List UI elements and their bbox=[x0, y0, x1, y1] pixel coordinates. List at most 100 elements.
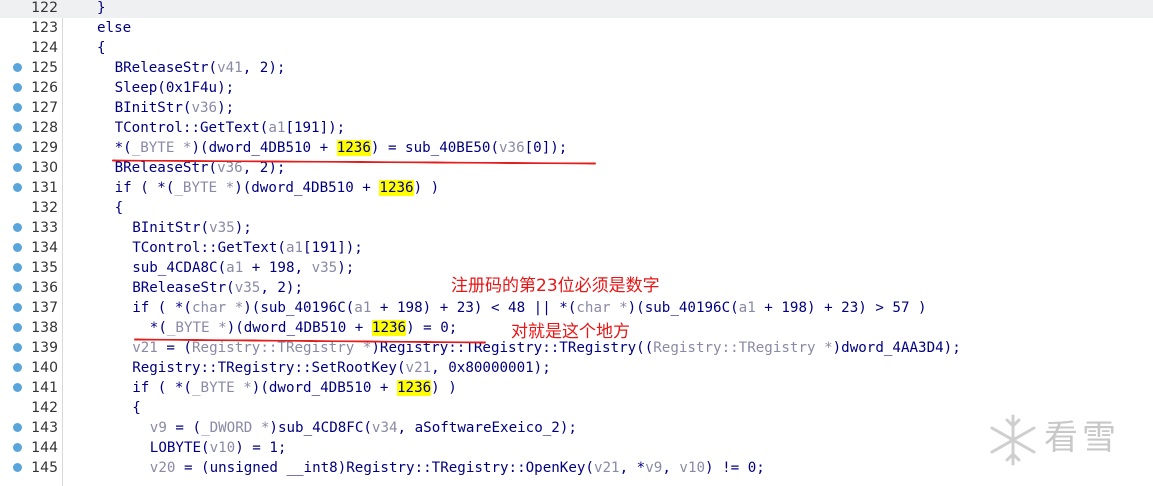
code-identifier: v35 bbox=[311, 260, 338, 276]
code-token: *( bbox=[114, 140, 132, 156]
code-token: = (unsigned __int8)Registry::TRegistry::… bbox=[175, 460, 594, 476]
code-identifier: Registry::TRegistry * bbox=[653, 340, 833, 356]
code-line[interactable]: 144 LOBYTE(v10) = 1; bbox=[0, 438, 1153, 458]
code-token: LOBYTE( bbox=[149, 440, 210, 456]
breakpoint-icon[interactable] bbox=[13, 323, 22, 332]
code-line[interactable]: 141 if ( *(_BYTE *)(dword_4DB510 + 1236) … bbox=[0, 378, 1153, 398]
line-number: 127 bbox=[31, 100, 58, 116]
code-line[interactable]: 140 Registry::TRegistry::SetRootKey(v21, … bbox=[0, 358, 1153, 378]
breakpoint-icon[interactable] bbox=[13, 443, 22, 452]
code-line[interactable]: 126 Sleep(0x1F4u); bbox=[0, 78, 1153, 98]
code-token: ); bbox=[217, 100, 235, 116]
line-number: 137 bbox=[31, 300, 58, 316]
code-token: BInitStr( bbox=[132, 220, 210, 236]
code-line[interactable]: 142 { bbox=[0, 398, 1153, 418]
code-token: )sub_4CD8FC( bbox=[269, 420, 372, 436]
code-line[interactable]: 133 BInitStr(v35); bbox=[0, 218, 1153, 238]
code-token: ) = 1; bbox=[235, 440, 287, 456]
breakpoint-icon[interactable] bbox=[13, 163, 22, 172]
code-text: sub_4CDA8C(a1 + 198, v35); bbox=[132, 258, 354, 278]
code-text: { bbox=[115, 198, 124, 218]
code-identifier: a1 bbox=[738, 300, 756, 316]
breakpoint-icon[interactable] bbox=[13, 143, 22, 152]
code-token: sub_4CDA8C( bbox=[132, 260, 227, 276]
breakpoint-icon[interactable] bbox=[13, 63, 22, 72]
code-line[interactable]: 125 BReleaseStr(v41, 2); bbox=[0, 58, 1153, 78]
code-token: ) ) bbox=[431, 380, 457, 396]
line-number: 138 bbox=[31, 320, 58, 336]
code-line[interactable]: 127 BInitStr(v36); bbox=[0, 98, 1153, 118]
code-token: ) = sub_40BE50( bbox=[370, 140, 499, 156]
code-identifier: v9 bbox=[645, 460, 663, 476]
code-text: BInitStr(v35); bbox=[132, 218, 252, 238]
code-token: { bbox=[97, 40, 106, 56]
code-line[interactable]: 134 TControl::GetText(a1[191]); bbox=[0, 238, 1153, 258]
code-line[interactable]: 122} bbox=[0, 0, 1153, 18]
code-token: { bbox=[132, 400, 141, 416]
breakpoint-icon[interactable] bbox=[13, 303, 22, 312]
code-text: BInitStr(v36); bbox=[115, 98, 235, 118]
code-line[interactable]: 123 else bbox=[0, 18, 1153, 38]
code-line[interactable]: 143 v9 = (_DWORD *)sub_4CD8FC(v34, aSoftw… bbox=[0, 418, 1153, 438]
code-token: , 2); bbox=[242, 60, 286, 76]
code-identifier: _DWORD * bbox=[201, 420, 270, 436]
line-number: 132 bbox=[31, 200, 58, 216]
code-identifier: v21 bbox=[405, 360, 432, 376]
code-line[interactable]: 128 TControl::GetText(a1[191]); bbox=[0, 118, 1153, 138]
breakpoint-icon[interactable] bbox=[13, 83, 22, 92]
code-text: BReleaseStr(v41, 2); bbox=[115, 58, 286, 78]
breakpoint-icon[interactable] bbox=[13, 283, 22, 292]
code-identifier: v36 bbox=[191, 100, 218, 116]
line-number: 123 bbox=[31, 20, 58, 36]
breakpoint-icon[interactable] bbox=[13, 123, 22, 132]
code-text: *(_BYTE *)(dword_4DB510 + 1236) = 0; bbox=[150, 318, 457, 338]
code-line[interactable]: 137 if ( *(char *)(sub_40196C(a1 + 198) +… bbox=[0, 298, 1153, 318]
code-identifier: _BYTE * bbox=[166, 320, 227, 336]
code-line[interactable]: 131 if ( *(_BYTE *)(dword_4DB510 + 1236) … bbox=[0, 178, 1153, 198]
code-text: if ( *(_BYTE *)(dword_4DB510 + 1236) ) bbox=[115, 178, 439, 198]
code-token: )(dword_4DB510 + bbox=[251, 380, 397, 396]
code-token: )(sub_40196C( bbox=[627, 300, 739, 316]
code-identifier: v41 bbox=[217, 60, 243, 76]
code-line[interactable]: 132 { bbox=[0, 198, 1153, 218]
line-number: 142 bbox=[31, 400, 58, 416]
search-highlight: 1236 bbox=[397, 380, 432, 396]
breakpoint-icon[interactable] bbox=[13, 343, 22, 352]
code-token: + 198, bbox=[243, 260, 312, 276]
code-text: else bbox=[97, 18, 131, 38]
code-token: )(sub_40196C( bbox=[243, 300, 355, 316]
code-identifier: v21 bbox=[132, 340, 158, 356]
breakpoint-icon[interactable] bbox=[13, 383, 22, 392]
code-identifier: _BYTE * bbox=[131, 140, 192, 156]
breakpoint-icon[interactable] bbox=[13, 183, 22, 192]
code-text: TControl::GetText(a1[191]); bbox=[132, 238, 363, 258]
code-token: )(dword_4DB510 + bbox=[191, 140, 337, 156]
breakpoint-icon[interactable] bbox=[13, 363, 22, 372]
line-number: 125 bbox=[31, 60, 58, 76]
code-identifier: v9 bbox=[149, 420, 167, 436]
breakpoint-icon[interactable] bbox=[13, 463, 22, 472]
code-token: ) != 0; bbox=[705, 460, 765, 476]
breakpoint-icon[interactable] bbox=[13, 243, 22, 252]
code-identifier: a1 bbox=[268, 120, 286, 136]
code-text: TControl::GetText(a1[191]); bbox=[115, 118, 346, 138]
code-identifier: a1 bbox=[354, 300, 372, 316]
code-line[interactable]: 129 *(_BYTE *)(dword_4DB510 + 1236) = sub… bbox=[0, 138, 1153, 158]
search-highlight: 1236 bbox=[336, 140, 371, 156]
code-token: ); bbox=[234, 220, 252, 236]
code-text: v9 = (_DWORD *)sub_4CD8FC(v34, aSoftware… bbox=[150, 418, 577, 438]
code-token: BReleaseStr( bbox=[114, 160, 218, 176]
breakpoint-icon[interactable] bbox=[13, 223, 22, 232]
code-line[interactable]: 124 { bbox=[0, 38, 1153, 58]
breakpoint-icon[interactable] bbox=[13, 263, 22, 272]
code-identifier: char * bbox=[191, 300, 244, 316]
watermark-text: 看雪 bbox=[1044, 418, 1120, 458]
code-identifier: _BYTE * bbox=[174, 180, 235, 196]
breakpoint-icon[interactable] bbox=[13, 423, 22, 432]
line-number: 134 bbox=[31, 240, 58, 256]
code-token: , * bbox=[619, 460, 646, 476]
line-number: 133 bbox=[31, 220, 58, 236]
breakpoint-icon[interactable] bbox=[13, 103, 22, 112]
code-token: = ( bbox=[166, 420, 202, 436]
code-line[interactable]: 145 v20 = (unsigned __int8)Registry::TReg… bbox=[0, 458, 1153, 478]
